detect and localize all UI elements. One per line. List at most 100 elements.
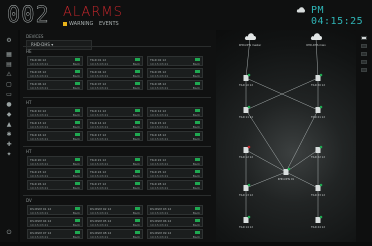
device-card[interactable]: TK-R 17 12 10:15:03:21 Back [87,131,143,141]
device-card[interactable]: TK-R 27 12 10:15:03:21 Back [87,180,143,190]
device-card[interactable]: DV-RSM 08 12 10:15:03:21 Back [87,229,143,239]
back-button[interactable]: Back [133,86,140,90]
settings-icon[interactable]: ⚙ [6,38,12,44]
device-card[interactable]: TK-R 02 12 10:15:03:21 Back [147,56,203,66]
device-card[interactable]: DV-RSM 04 12 10:15:03:21 Back [27,217,83,227]
device-card[interactable]: TK-R 21 12 10:15:03:21 Back [87,156,143,166]
device-card[interactable]: TK-R 22 12 10:15:03:21 Back [147,156,203,166]
gear-icon[interactable]: ✱ [6,132,12,138]
device-card[interactable]: TK-R 06 12 10:15:03:21 Back [27,80,83,90]
back-button[interactable]: Back [133,235,140,239]
zoom-out-button[interactable] [361,44,367,48]
monitor-icon[interactable]: ▭ [6,92,12,98]
back-button[interactable]: Back [133,223,140,227]
device-node[interactable]: TK-R 22 12 [311,145,325,159]
device-card[interactable]: TK-R 28 12 10:15:03:21 Back [147,180,203,190]
device-card[interactable]: DV-RSM 06 12 10:15:03:21 Back [147,217,203,227]
back-button[interactable]: Back [73,137,80,141]
back-button[interactable]: Back [73,86,80,90]
back-button[interactable]: Back [73,211,80,215]
back-button[interactable]: Back [73,125,80,129]
back-button[interactable]: Back [193,125,200,129]
back-button[interactable]: Back [133,74,140,78]
back-button[interactable]: Back [133,174,140,178]
device-card[interactable]: TK-R 01 12 10:15:03:21 Back [87,56,143,66]
back-button[interactable]: Back [193,186,200,190]
back-button[interactable]: Back [133,137,140,141]
device-card[interactable]: TK-R 14 12 10:15:03:21 Back [87,119,143,129]
back-button[interactable]: Back [133,211,140,215]
back-button[interactable]: Back [193,174,200,178]
cloud-icon[interactable] [296,7,306,13]
device-card[interactable]: TK-R 20 12 10:15:03:21 Back [27,156,83,166]
user-icon[interactable]: ● [6,102,12,108]
alert-icon[interactable]: ⚠ [6,72,12,78]
device-card[interactable]: TK-R 04 12 10:15:03:21 Back [87,68,143,78]
device-node[interactable]: TK-R 12 12 [239,145,253,159]
back-button[interactable]: Back [193,62,200,66]
back-button[interactable]: Back [133,62,140,66]
tab-events[interactable]: EVENTS [99,21,119,27]
back-button[interactable]: Back [73,223,80,227]
cloud-node[interactable]: RHD-DHS master [239,33,262,47]
back-button[interactable]: Back [193,137,200,141]
zoom-in-button[interactable] [361,36,367,40]
device-node[interactable]: TK-R 24 12 [311,215,325,229]
plug-icon[interactable]: ✚ [6,142,12,148]
device-card[interactable]: TK-R 13 12 10:15:03:21 Back [27,119,83,129]
list-icon[interactable]: ▤ [6,62,12,68]
device-select[interactable]: RHD-DHS ▾ [26,40,92,50]
fit-button[interactable] [361,52,367,56]
device-card[interactable]: DV-RSM 07 12 10:15:03:21 Back [27,229,83,239]
tab-warning[interactable]: WARNING [69,21,93,27]
device-card[interactable]: TK-R 25 12 10:15:03:21 Back [147,168,203,178]
device-card[interactable]: TK-R 15 12 10:15:03:21 Back [147,119,203,129]
device-card[interactable]: TK-R 16 12 10:15:03:21 Back [27,131,83,141]
device-card[interactable]: DV-RSM 03 12 10:15:03:21 Back [147,205,203,215]
chart-icon[interactable]: ▲ [6,122,12,128]
device-card[interactable]: TK-R 05 12 10:15:03:21 Back [147,68,203,78]
lock-icon[interactable]: ◆ [6,112,12,118]
device-card[interactable]: TK-R 26 12 10:15:03:21 Back [27,180,83,190]
back-button[interactable]: Back [133,113,140,117]
grid-icon[interactable]: ▦ [6,52,12,58]
back-button[interactable]: Back [193,162,200,166]
back-button[interactable]: Back [73,62,80,66]
device-card[interactable]: DV-RSM 01 12 10:15:03:21 Back [27,205,83,215]
back-button[interactable]: Back [193,211,200,215]
device-card[interactable]: DV-RSM 02 12 10:15:03:21 Back [87,205,143,215]
back-button[interactable]: Back [73,235,80,239]
back-button[interactable]: Back [73,113,80,117]
network-icon[interactable]: ✦ [6,152,12,158]
document-icon[interactable]: ▢ [6,82,12,88]
device-card[interactable]: TK-R 11 12 10:15:03:21 Back [87,107,143,117]
back-button[interactable]: Back [133,186,140,190]
device-card[interactable]: TK-R 07 12 10:15:03:21 Back [87,80,143,90]
device-card[interactable]: TK-R 00 12 10:15:03:21 Back [27,56,83,66]
device-card[interactable]: TK-R 18 12 10:15:03:21 Back [147,131,203,141]
device-node[interactable]: TK-R 14 12 [239,215,253,229]
filter-button[interactable] [361,68,367,72]
back-button[interactable]: Back [193,223,200,227]
back-button[interactable]: Back [73,74,80,78]
device-card[interactable]: TK-R 10 12 10:15:03:21 Back [27,107,83,117]
back-button[interactable]: Back [133,162,140,166]
back-button[interactable]: Back [73,174,80,178]
back-button[interactable]: Back [133,125,140,129]
back-button[interactable]: Back [193,86,200,90]
device-card[interactable]: TK-R 24 12 10:15:03:21 Back [87,168,143,178]
device-card[interactable]: TK-R 23 12 10:15:03:21 Back [27,168,83,178]
device-card[interactable]: TK-R 08 12 10:15:03:21 Back [147,80,203,90]
topology-map[interactable]: RHD-DHS master RHD-DHS main TK-R 10 12 TK-R… [216,30,356,242]
device-card[interactable]: TK-R 03 12 10:15:03:21 Back [27,68,83,78]
back-button[interactable]: Back [73,186,80,190]
back-button[interactable]: Back [73,162,80,166]
device-card[interactable]: DV-RSM 09 12 10:15:03:21 Back [147,229,203,239]
layer-button[interactable] [361,60,367,64]
device-card[interactable]: TK-R 12 12 10:15:03:21 Back [147,107,203,117]
back-button[interactable]: Back [193,235,200,239]
device-card[interactable]: DV-RSM 05 12 10:15:03:21 Back [87,217,143,227]
back-button[interactable]: Back [193,113,200,117]
power-icon[interactable]: ⏻ [6,230,12,236]
back-button[interactable]: Back [193,74,200,78]
